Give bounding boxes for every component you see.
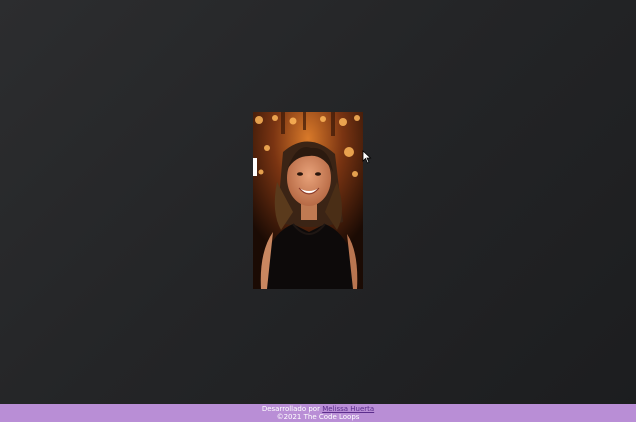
site-footer: Desarrollado por Melissa Huerta ©2021 Th… bbox=[0, 404, 636, 422]
developer-credit: Desarrollado por Melissa Huerta bbox=[0, 405, 636, 413]
main-stage bbox=[0, 0, 636, 404]
developer-link[interactable]: Melissa Huerta bbox=[322, 405, 374, 413]
portrait-photo[interactable] bbox=[253, 112, 363, 289]
portrait-image bbox=[253, 112, 363, 289]
developed-by-text: Desarrollado por bbox=[261, 405, 320, 413]
copyright-text: ©2021 The Code Loops bbox=[276, 413, 360, 421]
photo-edge-marker bbox=[253, 158, 257, 176]
mouse-cursor-icon bbox=[362, 150, 372, 164]
